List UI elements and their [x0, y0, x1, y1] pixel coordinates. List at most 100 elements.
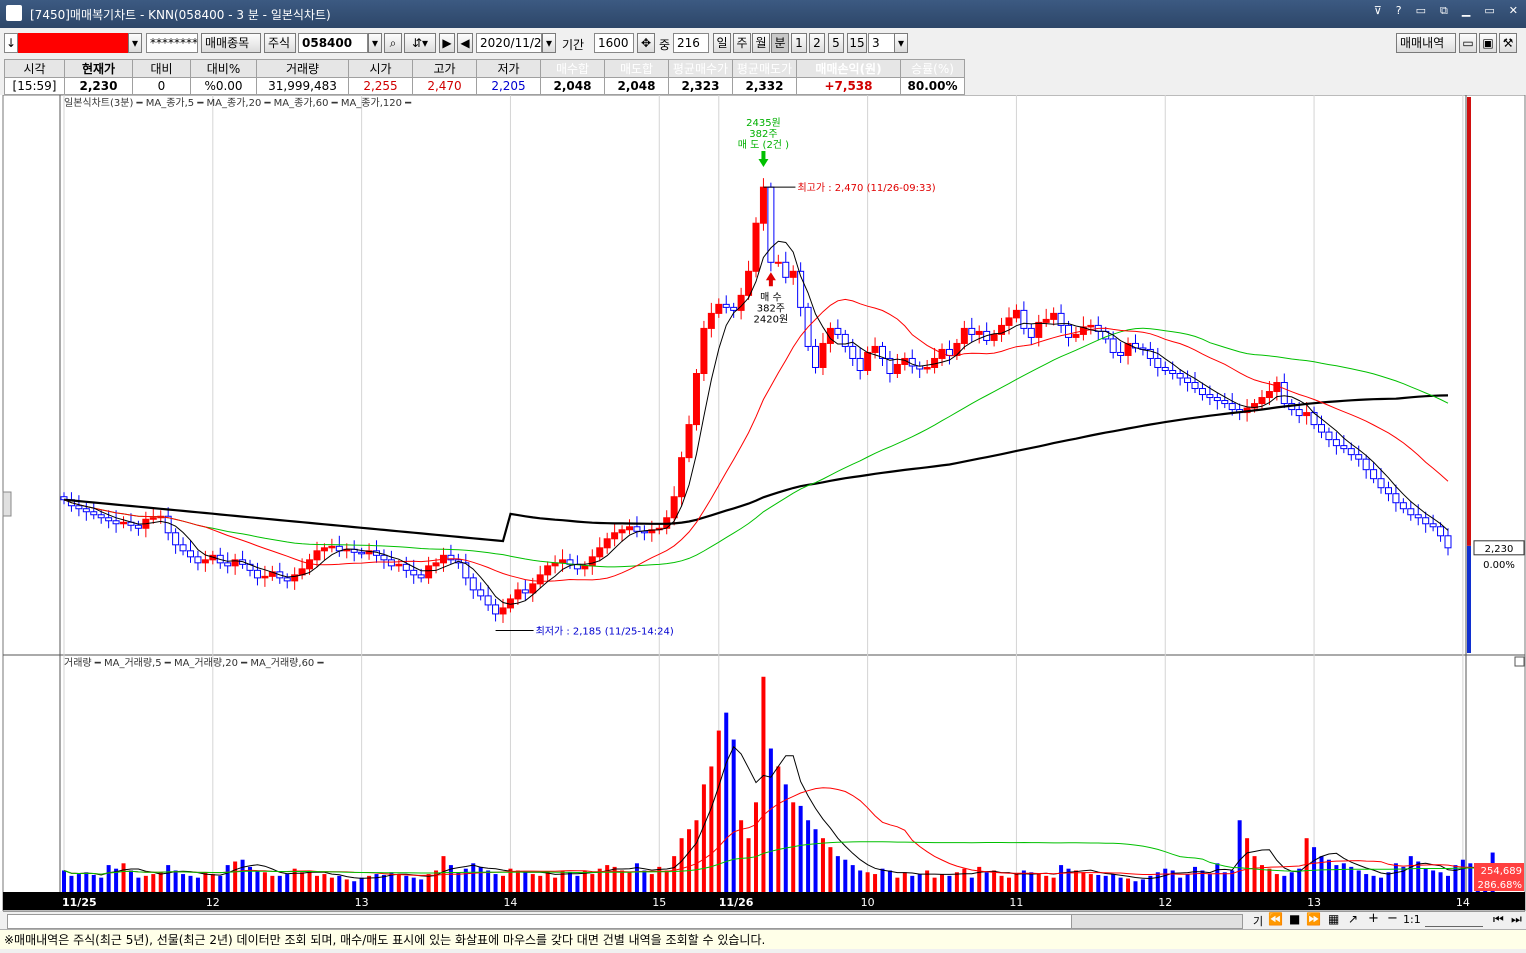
period-input[interactable]: 1600	[594, 33, 634, 53]
volume-bar	[1014, 874, 1019, 892]
volume-bar	[210, 874, 215, 892]
restore-icon[interactable]: ⧉	[1436, 4, 1452, 18]
candle-body	[596, 547, 604, 558]
zoom-in-icon[interactable]: +	[1368, 911, 1379, 926]
chart-scrollbar[interactable]	[7, 914, 1243, 929]
interval-dropdown[interactable]: ▾	[894, 33, 908, 53]
prev-arrow-icon[interactable]: ◀	[457, 33, 473, 53]
volume-bar	[917, 874, 922, 892]
stock-code-input[interactable]: 058400	[298, 33, 368, 53]
volume-bar	[873, 874, 878, 892]
stop-icon[interactable]: ■	[1289, 912, 1300, 926]
trade-history-button[interactable]: 매매내역	[1396, 33, 1456, 53]
label-left: 기	[1253, 915, 1264, 928]
price-volume-chart[interactable]: 11/251213141511/26101112131415일본식차트(3분) …	[0, 94, 1526, 912]
date-dropdown[interactable]: ▾	[542, 33, 556, 53]
code-history-dropdown[interactable]: ↓	[4, 33, 18, 53]
market-type-button[interactable]: 주식	[264, 33, 296, 53]
period-label: 기간	[562, 38, 585, 52]
candle-body	[834, 327, 842, 335]
period-tab-5[interactable]: 2	[809, 33, 825, 53]
layout-icon[interactable]: ▭	[1412, 4, 1430, 18]
chart-area[interactable]: 11/251213141511/26101112131415일본식차트(3분) …	[0, 94, 1526, 912]
volume-bar	[984, 872, 989, 892]
volume-bar	[768, 748, 773, 892]
candle-body	[320, 547, 328, 552]
period-tab-1[interactable]: 주	[733, 33, 751, 53]
candle-body	[134, 524, 142, 529]
candle-body	[1020, 309, 1028, 329]
date-input[interactable]: 2020/11/26	[476, 33, 542, 53]
settings-icon[interactable]: ⚒	[1499, 33, 1517, 53]
volume-bar	[545, 872, 550, 892]
first-page-icon[interactable]: ⏮	[1493, 912, 1504, 927]
quote-header-5: 시가	[348, 59, 413, 78]
scrollbar-thumb[interactable]	[1071, 915, 1242, 928]
volume-bar	[1036, 874, 1041, 892]
zoom-out-icon[interactable]: −	[1387, 911, 1398, 926]
candle-body	[893, 363, 901, 374]
volume-bar	[1289, 872, 1294, 892]
volume-bar	[381, 874, 386, 892]
account-dropdown[interactable]: ▾	[128, 33, 142, 53]
candle-body	[670, 496, 678, 519]
next-arrow-icon[interactable]: ▶	[439, 33, 455, 53]
zoom-slider[interactable]	[1425, 912, 1483, 927]
volume-bar	[605, 865, 610, 892]
period-tab-7[interactable]: 15	[847, 33, 867, 53]
trade-items-button[interactable]: 매매종목	[201, 33, 261, 53]
grid-icon[interactable]: ▦	[1328, 912, 1339, 926]
volume-bar	[166, 865, 171, 892]
volume-bar	[493, 874, 498, 892]
search-icon[interactable]: ⌕	[384, 33, 402, 53]
volume-bar	[396, 874, 401, 892]
password-field[interactable]: ********	[146, 33, 198, 53]
folder-icon[interactable]: ▭	[1459, 33, 1477, 53]
volume-bar	[1059, 865, 1064, 892]
rewind-icon[interactable]: ⏪	[1268, 912, 1283, 926]
volume-bar	[314, 875, 319, 892]
period-tab-4[interactable]: 1	[791, 33, 807, 53]
volume-bar	[240, 859, 245, 892]
period-tab-0[interactable]: 일	[713, 33, 731, 53]
candle-body	[1184, 377, 1192, 384]
quote-header-0: 시각	[4, 59, 65, 78]
side-collapse-tab	[2, 491, 12, 517]
quote-header-4: 거래량	[256, 59, 349, 78]
candle-body	[1347, 448, 1355, 456]
mid-input[interactable]: 216	[673, 33, 709, 53]
close-icon[interactable]: ✕	[1505, 4, 1522, 18]
last-page-icon[interactable]: ⏭	[1511, 912, 1522, 927]
candle-body	[759, 186, 767, 224]
candle-body	[544, 565, 552, 576]
sort-icon[interactable]: ⇵▾	[404, 33, 436, 53]
zoom-level: 1:1	[1403, 913, 1421, 926]
candle-body	[588, 556, 596, 567]
candle-body	[253, 569, 261, 579]
volume-bar	[806, 820, 811, 892]
period-spin-icon[interactable]: ✥	[637, 33, 655, 53]
minimize-icon[interactable]: ▁	[1458, 4, 1474, 18]
maximize-icon[interactable]: ▭	[1480, 4, 1498, 18]
candle-body	[1042, 318, 1050, 323]
quote-value-2: 0	[132, 77, 191, 95]
period-tab-3[interactable]: 분	[771, 33, 789, 53]
candle-body	[692, 372, 700, 426]
volume-bar	[359, 877, 364, 892]
help-icon[interactable]: ?	[1392, 4, 1406, 18]
period-tab-6[interactable]: 5	[828, 33, 844, 53]
volume-bar	[947, 875, 952, 892]
pin-icon[interactable]: ⊽	[1370, 4, 1386, 18]
save-icon[interactable]: ▣	[1479, 33, 1497, 53]
volume-bar	[902, 872, 907, 892]
volume-bar	[1312, 847, 1317, 892]
fast-forward-icon[interactable]: ⏩	[1306, 912, 1321, 926]
account-field-redacted[interactable]	[18, 33, 128, 53]
candle-body	[492, 604, 500, 615]
period-tab-2[interactable]: 월	[752, 33, 770, 53]
stock-code-dropdown[interactable]: ▾	[368, 33, 382, 53]
price-legend: 일본식차트(3분) ━ MA_종가,5 ━ MA_종가,20 ━ MA_종가,6…	[64, 97, 412, 109]
interval-input[interactable]: 3	[868, 33, 896, 53]
chart-tool-icon[interactable]: ↗	[1348, 912, 1358, 926]
candle-body	[1012, 309, 1020, 319]
